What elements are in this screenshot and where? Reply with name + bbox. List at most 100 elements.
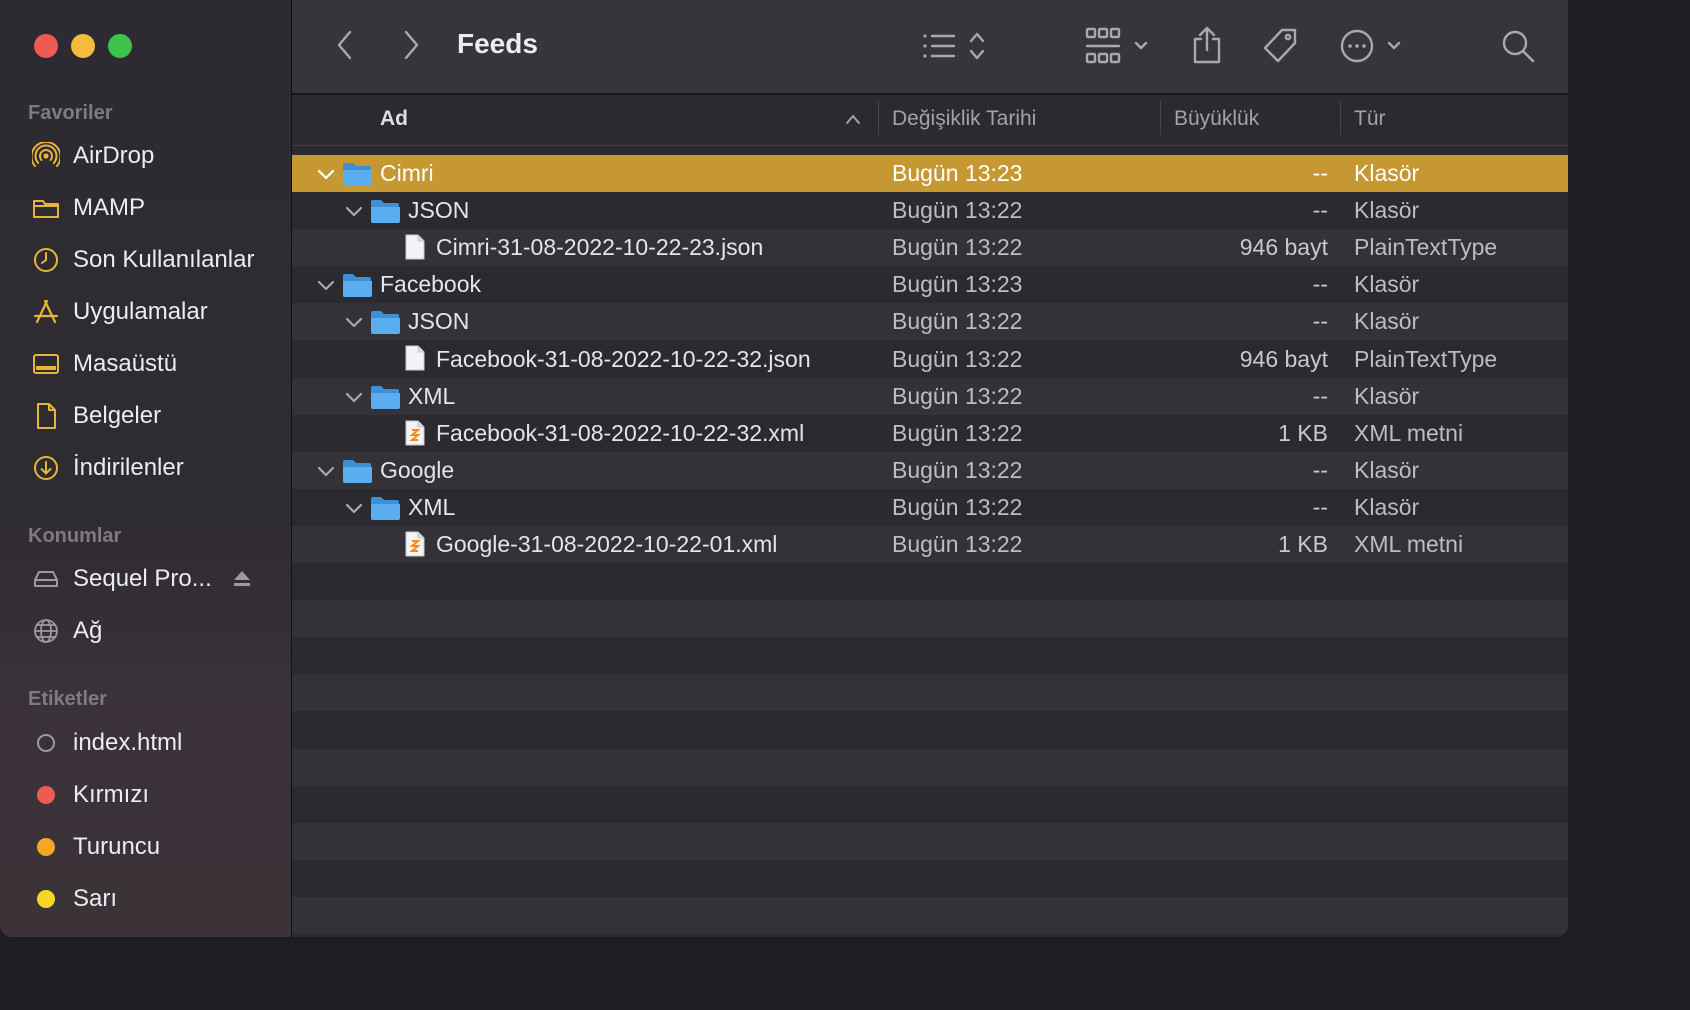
file-size: -- bbox=[1312, 456, 1328, 483]
clock-icon bbox=[30, 244, 62, 276]
folder-icon bbox=[371, 311, 400, 335]
locations-header: Konumlar bbox=[28, 525, 122, 547]
sidebar-item-desktop[interactable]: Masaüstü bbox=[30, 342, 177, 386]
file-kind: Klasör bbox=[1354, 308, 1420, 335]
file-row[interactable]: Facebook-31-08-2022-10-22-32.json Bugün 1… bbox=[292, 340, 1568, 378]
download-icon bbox=[30, 452, 62, 484]
ellipsis-circle-icon bbox=[1340, 29, 1401, 63]
sidebar-item-label: AirDrop bbox=[73, 142, 155, 169]
grid-group-icon bbox=[1085, 27, 1148, 64]
tag-button[interactable] bbox=[1260, 26, 1300, 66]
file-row[interactable]: Google-31-08-2022-10-22-01.xml Bugün 13:2… bbox=[292, 525, 1568, 564]
sort-ascending-icon bbox=[846, 115, 860, 124]
xml-file-icon bbox=[405, 420, 425, 446]
file-size: -- bbox=[1312, 382, 1328, 409]
file-kind: Klasör bbox=[1354, 271, 1420, 298]
disclosure-chevron-down-icon[interactable] bbox=[316, 275, 336, 295]
search-button[interactable] bbox=[1498, 26, 1538, 66]
sidebar-item-airdrop[interactable]: AirDrop bbox=[30, 134, 154, 178]
file-name: XML bbox=[408, 493, 456, 520]
file-row[interactable]: JSON Bugün 13:22 -- Klasör bbox=[292, 303, 1568, 341]
list-view-icon bbox=[923, 32, 985, 60]
modified-date: Bugün 13:22 bbox=[892, 456, 1023, 483]
column-separator[interactable] bbox=[1160, 101, 1161, 135]
file-name: XML bbox=[408, 382, 456, 409]
empty-row bbox=[292, 563, 1568, 601]
sidebar-item-label: Sequel Pro... bbox=[73, 565, 212, 592]
sidebar-item-recents[interactable]: Son Kullanılanlar bbox=[30, 238, 254, 282]
disclosure-chevron-down-icon[interactable] bbox=[316, 164, 336, 184]
modified-date: Bugün 13:22 bbox=[892, 308, 1023, 335]
zoom-button[interactable] bbox=[108, 34, 132, 58]
column-separator[interactable] bbox=[878, 101, 879, 135]
file-size: -- bbox=[1312, 160, 1328, 187]
sidebar-tag-index-html[interactable]: index.html bbox=[30, 721, 182, 765]
disclosure-chevron-down-icon[interactable] bbox=[344, 387, 364, 407]
file-name: JSON bbox=[408, 197, 470, 224]
sidebar-item-documents[interactable]: Belgeler bbox=[30, 394, 161, 438]
empty-row bbox=[292, 896, 1568, 934]
more-actions-button[interactable] bbox=[1338, 26, 1408, 66]
column-header: Ad Değişiklik Tarihi Büyüklük Tür bbox=[292, 95, 1568, 146]
sidebar-tag-orange[interactable]: Turuncu bbox=[30, 825, 160, 869]
share-button[interactable] bbox=[1188, 24, 1226, 66]
file-kind: PlainTextType bbox=[1354, 234, 1498, 261]
group-by-button[interactable] bbox=[1084, 26, 1156, 66]
file-row[interactable]: Cimri-31-08-2022-10-22-23.json Bugün 13:2… bbox=[292, 229, 1568, 267]
sidebar-item-mamp[interactable]: MAMP bbox=[30, 186, 145, 230]
column-kind[interactable]: Tür bbox=[1354, 107, 1386, 131]
sidebar-item-network[interactable]: Ağ bbox=[30, 609, 102, 653]
empty-row bbox=[292, 859, 1568, 897]
file-row[interactable]: Facebook-31-08-2022-10-22-32.xml Bugün 13… bbox=[292, 414, 1568, 452]
xml-file-icon bbox=[405, 531, 425, 557]
disclosure-chevron-down-icon[interactable] bbox=[344, 312, 364, 332]
sidebar-item-sequel-pro[interactable]: Sequel Pro... bbox=[30, 557, 212, 601]
document-icon bbox=[30, 400, 62, 432]
column-separator[interactable] bbox=[1340, 101, 1341, 135]
modified-date: Bugün 13:22 bbox=[892, 419, 1023, 446]
column-name[interactable]: Ad bbox=[380, 107, 408, 131]
sidebar-tag-red[interactable]: Kırmızı bbox=[30, 773, 149, 817]
file-kind: XML metni bbox=[1354, 419, 1464, 446]
file-name: Google bbox=[380, 456, 455, 483]
eject-icon[interactable] bbox=[231, 567, 253, 589]
chevron-left-icon bbox=[337, 30, 352, 60]
column-size[interactable]: Büyüklük bbox=[1174, 107, 1259, 131]
view-mode-button[interactable] bbox=[918, 28, 998, 64]
file-row[interactable]: Google Bugün 13:22 -- Klasör bbox=[292, 451, 1568, 489]
column-date[interactable]: Değişiklik Tarihi bbox=[892, 107, 1036, 131]
empty-row bbox=[292, 637, 1568, 675]
tag-dot-empty-icon bbox=[30, 727, 62, 759]
file-kind: Klasör bbox=[1354, 493, 1420, 520]
traffic-lights bbox=[34, 34, 132, 58]
back-button[interactable] bbox=[328, 26, 362, 64]
empty-row bbox=[292, 674, 1568, 712]
tag-dot-orange-icon bbox=[30, 831, 62, 863]
sidebar-item-downloads[interactable]: İndirilenler bbox=[30, 446, 184, 490]
text-file-icon bbox=[405, 234, 425, 260]
sidebar-tag-yellow[interactable]: Sarı bbox=[30, 877, 117, 921]
tags-header: Etiketler bbox=[28, 688, 107, 710]
file-row[interactable]: XML Bugün 13:22 -- Klasör bbox=[292, 377, 1568, 415]
disclosure-chevron-down-icon[interactable] bbox=[316, 461, 336, 481]
file-name: Cimri bbox=[380, 160, 434, 187]
sidebar-item-label: Ağ bbox=[73, 617, 103, 644]
sidebar-item-applications[interactable]: Uygulamalar bbox=[30, 290, 208, 334]
file-kind: Klasör bbox=[1354, 382, 1420, 409]
forward-button[interactable] bbox=[394, 26, 428, 64]
file-kind: Klasör bbox=[1354, 160, 1420, 187]
share-icon bbox=[1193, 26, 1221, 64]
disclosure-chevron-down-icon[interactable] bbox=[344, 498, 364, 518]
file-name: Cimri-31-08-2022-10-22-23.json bbox=[436, 234, 764, 261]
close-button[interactable] bbox=[34, 34, 58, 58]
file-row[interactable]: Facebook Bugün 13:23 -- Klasör bbox=[292, 266, 1568, 304]
file-row[interactable]: Cimri Bugün 13:23 -- Klasör bbox=[292, 155, 1568, 193]
file-row[interactable]: JSON Bugün 13:22 -- Klasör bbox=[292, 192, 1568, 230]
folder-icon bbox=[343, 459, 372, 483]
sidebar-item-label: Masaüstü bbox=[73, 350, 178, 377]
file-row[interactable]: XML Bugün 13:22 -- Klasör bbox=[292, 488, 1568, 526]
disclosure-chevron-down-icon[interactable] bbox=[344, 201, 364, 221]
sidebar-item-label: Sarı bbox=[73, 885, 118, 912]
sidebar-item-label: MAMP bbox=[73, 194, 145, 221]
minimize-button[interactable] bbox=[71, 34, 95, 58]
